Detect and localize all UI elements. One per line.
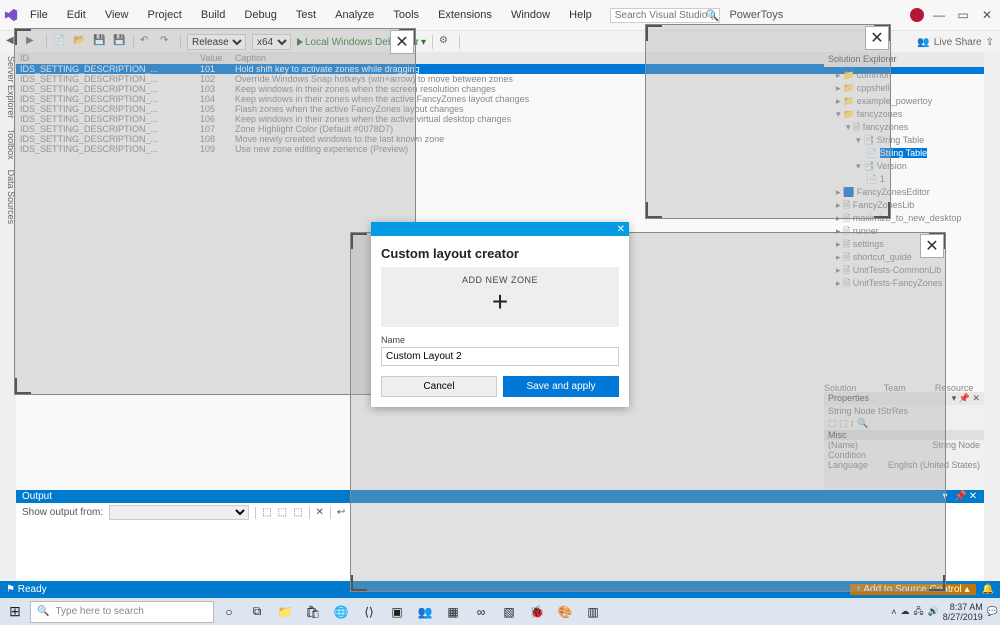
menu-window[interactable]: Window xyxy=(503,9,558,21)
add-zone-label: ADD NEW ZONE xyxy=(381,275,619,285)
teams-icon[interactable]: 👥 xyxy=(412,601,438,623)
zone-close-button[interactable]: ✕ xyxy=(865,26,889,50)
menu-build[interactable]: Build xyxy=(193,9,233,21)
dialog-title: Custom layout creator xyxy=(381,246,619,261)
menu-view[interactable]: View xyxy=(97,9,137,21)
app-icon[interactable]: ▧ xyxy=(496,601,522,623)
custom-layout-dialog: ✕ Custom layout creator ADD NEW ZONE + N… xyxy=(371,222,629,407)
menu-help[interactable]: Help xyxy=(561,9,600,21)
app-icon[interactable]: ▦ xyxy=(440,601,466,623)
dialog-close-icon[interactable]: ✕ xyxy=(617,224,625,235)
output-tool-icon[interactable]: ⬚ xyxy=(262,507,271,518)
tool-icon[interactable]: ⚙ xyxy=(439,35,453,49)
taskbar-clock[interactable]: 8:37 AM8/27/2019 xyxy=(943,602,983,622)
status-ready: Ready xyxy=(18,584,47,595)
layout-name-input[interactable] xyxy=(381,347,619,366)
taskbar: ⊞ 🔍Type here to search ○ ⧉ 📁 🛍 🌐 ⟨⟩ ▣ 👥 … xyxy=(0,598,1000,625)
cancel-button[interactable]: Cancel xyxy=(381,376,497,397)
close-button[interactable]: ✕ xyxy=(978,8,996,22)
output-title: Output xyxy=(22,491,52,502)
zone-2[interactable]: ✕ xyxy=(645,24,891,219)
menu-edit[interactable]: Edit xyxy=(59,9,94,21)
menu-file[interactable]: File xyxy=(22,9,56,21)
menu-project[interactable]: Project xyxy=(140,9,190,21)
system-tray: ˄ ☁ 🖧 🔊 8:37 AM8/27/2019 💬 xyxy=(891,602,998,622)
window-controls: — ▭ ✕ xyxy=(910,8,996,22)
share-icon[interactable]: ⇪ xyxy=(986,37,994,48)
right-gutter xyxy=(983,52,1000,598)
minimize-button[interactable]: — xyxy=(930,8,948,22)
liveshare-icon: 👥 xyxy=(917,37,929,48)
main-menu: File Edit View Project Build Debug Test … xyxy=(22,9,600,21)
maximize-button[interactable]: ▭ xyxy=(954,8,972,22)
live-share-button[interactable]: 👥 Live Share ⇪ xyxy=(917,37,994,48)
name-label: Name xyxy=(381,335,619,345)
menu-analyze[interactable]: Analyze xyxy=(327,9,382,21)
output-clear-icon[interactable]: ✕ xyxy=(316,507,324,518)
search-icon: 🔍 xyxy=(37,606,49,617)
output-wrap-icon[interactable]: ↩ xyxy=(337,507,345,518)
vscode-icon[interactable]: ⟨⟩ xyxy=(356,601,382,623)
menu-extensions[interactable]: Extensions xyxy=(430,9,500,21)
app-icon[interactable]: ▥ xyxy=(580,601,606,623)
app-icon[interactable]: 🎨 xyxy=(552,601,578,623)
onedrive-icon[interactable]: ☁ xyxy=(900,606,909,617)
store-icon[interactable]: 🛍 xyxy=(300,601,326,623)
quick-launch-input[interactable] xyxy=(610,8,720,23)
vs-icon[interactable]: ∞ xyxy=(468,601,494,623)
plus-icon: + xyxy=(381,285,619,319)
vs-logo-icon xyxy=(4,8,18,22)
menu-test[interactable]: Test xyxy=(288,9,324,21)
volume-icon[interactable]: 🔊 xyxy=(928,606,939,617)
show-output-label: Show output from: xyxy=(22,507,103,518)
notifications-icon[interactable]: 🔔 xyxy=(982,584,994,595)
menu-tools[interactable]: Tools xyxy=(385,9,427,21)
tray-expand-icon[interactable]: ˄ xyxy=(891,607,896,617)
output-tool-icon[interactable]: ⬚ xyxy=(278,507,287,518)
terminal-icon[interactable]: ▣ xyxy=(384,601,410,623)
solution-name: PowerToys xyxy=(729,9,783,21)
search-icon[interactable]: 🔍 xyxy=(706,9,720,22)
network-icon[interactable]: 🖧 xyxy=(913,604,923,620)
dialog-titlebar[interactable]: ✕ xyxy=(371,222,629,236)
pin-icon[interactable]: ▾ 📌 ✕ xyxy=(952,393,980,404)
zone-close-button[interactable]: ✕ xyxy=(390,30,414,54)
cortana-icon[interactable]: ○ xyxy=(216,601,242,623)
save-apply-button[interactable]: Save and apply xyxy=(503,376,619,397)
taskview-icon[interactable]: ⧉ xyxy=(244,601,270,623)
vs-flag-icon[interactable]: ⚑ xyxy=(6,584,15,595)
output-close-icon[interactable]: ✕ xyxy=(968,491,978,502)
start-button[interactable]: ⊞ xyxy=(2,601,28,623)
add-zone-button[interactable]: ADD NEW ZONE + xyxy=(381,267,619,327)
output-pin-icon[interactable]: 📌 xyxy=(954,491,964,502)
output-source-select[interactable] xyxy=(109,505,249,520)
user-badge[interactable] xyxy=(910,8,924,22)
app-icon[interactable]: 🐞 xyxy=(524,601,550,623)
output-tool-icon[interactable]: ⬚ xyxy=(293,507,302,518)
action-center-icon[interactable]: 💬 xyxy=(987,606,998,617)
taskbar-search[interactable]: 🔍Type here to search xyxy=(30,601,214,623)
explorer-icon[interactable]: 📁 xyxy=(272,601,298,623)
zone-close-button[interactable]: ✕ xyxy=(920,234,944,258)
edge-icon[interactable]: 🌐 xyxy=(328,601,354,623)
menu-debug[interactable]: Debug xyxy=(236,9,284,21)
